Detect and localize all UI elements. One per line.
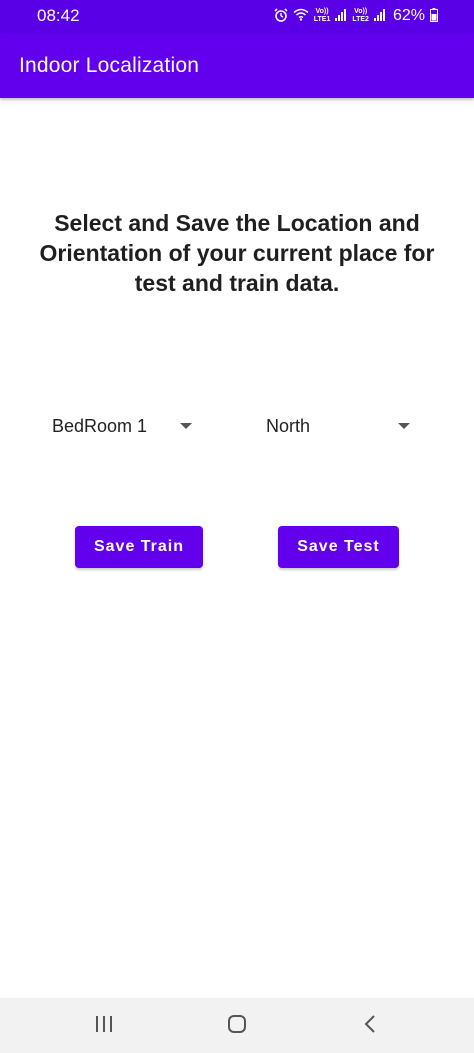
status-icons: Vo)) LTE1 Vo)) LTE2 62%	[274, 5, 438, 27]
battery-percent: 62%	[392, 7, 425, 24]
orientation-spinner-value: North	[266, 415, 311, 436]
signal-icon	[335, 8, 347, 24]
save-test-button[interactable]: Save Test	[278, 526, 399, 568]
back-button[interactable]	[355, 1012, 385, 1040]
save-train-button[interactable]: Save Train	[75, 526, 203, 568]
wifi-icon	[293, 8, 309, 24]
sim2-volte: Vo))	[354, 8, 368, 15]
sim2-label: Vo)) LTE2	[352, 8, 369, 24]
sim1-label: Vo)) LTE1	[314, 8, 331, 24]
location-spinner[interactable]: BedRoom 1	[52, 408, 202, 444]
recents-button[interactable]	[89, 1012, 119, 1040]
sim1-lte: LTE1	[313, 16, 331, 23]
recents-icon	[94, 1015, 114, 1038]
home-button[interactable]	[222, 1012, 252, 1040]
navigation-bar	[0, 998, 474, 1053]
app-title: Indoor Localization	[19, 54, 200, 77]
screen: 08:42 Vo)) LTE1 Vo)) LTE2 62% Indoor Loc…	[0, 0, 474, 1053]
dropdown-arrow-icon	[398, 423, 410, 429]
home-icon	[227, 1014, 247, 1039]
signal-icon	[373, 8, 386, 24]
alarm-icon	[274, 7, 288, 25]
status-time: 08:42	[37, 6, 80, 25]
back-icon	[363, 1014, 377, 1039]
app-bar: Indoor Localization	[0, 33, 474, 98]
status-bar: 08:42 Vo)) LTE1 Vo)) LTE2 62%	[0, 0, 474, 33]
battery-icon	[430, 7, 438, 25]
instruction-heading: Select and Save the Location and Orienta…	[39, 210, 435, 296]
sim1-volte: Vo))	[315, 8, 329, 15]
orientation-spinner[interactable]: North	[266, 408, 416, 444]
sim2-lte: LTE2	[352, 16, 369, 23]
location-spinner-value: BedRoom 1	[52, 415, 148, 436]
dropdown-arrow-icon	[180, 423, 192, 429]
